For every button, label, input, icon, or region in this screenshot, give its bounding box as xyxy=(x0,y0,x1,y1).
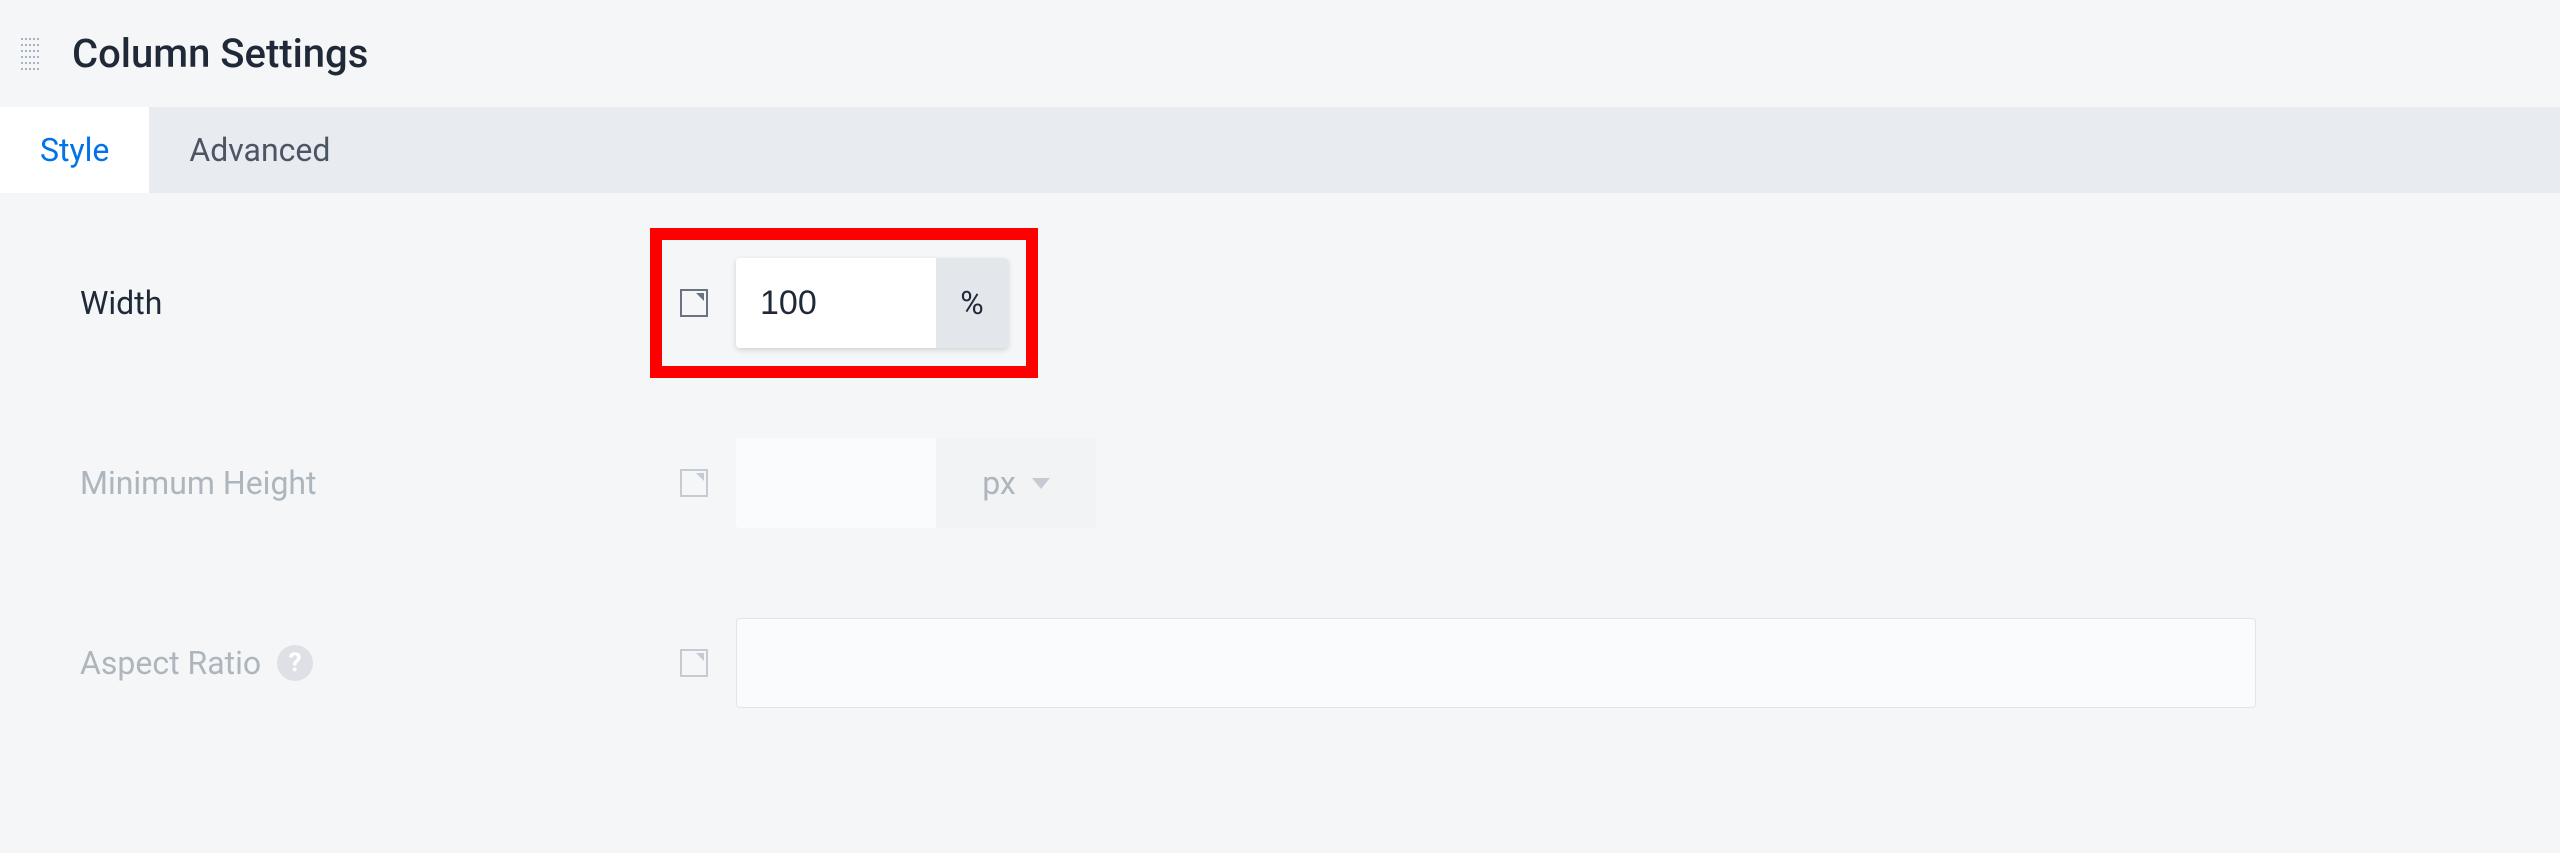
minimum-height-control: px xyxy=(680,438,1096,528)
tabs-bar: Style Advanced xyxy=(0,107,2560,193)
setting-minimum-height: Minimum Height px xyxy=(80,433,2480,533)
aspect-ratio-input[interactable] xyxy=(736,618,2256,708)
width-unit[interactable]: % xyxy=(936,258,1008,348)
panel-title: Column Settings xyxy=(48,30,368,77)
settings-content: Width % Minimum Height xyxy=(0,193,2560,853)
tab-style[interactable]: Style xyxy=(0,107,149,193)
unit-text: px xyxy=(982,464,1016,502)
tab-advanced[interactable]: Advanced xyxy=(149,107,370,193)
aspect-ratio-label-text: Aspect Ratio xyxy=(80,644,261,682)
width-input[interactable] xyxy=(736,258,936,348)
aspect-ratio-control xyxy=(680,618,2256,708)
minimum-height-input[interactable] xyxy=(736,438,936,528)
reset-icon xyxy=(680,469,708,497)
setting-width: Width % xyxy=(80,253,2480,353)
drag-handle-icon[interactable] xyxy=(0,38,48,70)
aspect-ratio-label: Aspect Ratio ? xyxy=(80,644,680,682)
width-label: Width xyxy=(80,284,680,322)
setting-aspect-ratio: Aspect Ratio ? xyxy=(80,613,2480,713)
panel-header: Column Settings xyxy=(0,0,2560,107)
chevron-down-icon xyxy=(1032,478,1050,489)
minimum-height-input-group: px xyxy=(736,438,1096,528)
settings-panel: Column Settings Style Advanced Width % M… xyxy=(0,0,2560,826)
reset-icon xyxy=(680,649,708,677)
reset-icon[interactable] xyxy=(680,289,708,317)
width-input-group: % xyxy=(736,258,1008,348)
minimum-height-label: Minimum Height xyxy=(80,464,680,502)
width-control: % xyxy=(680,258,1008,348)
minimum-height-unit-select[interactable]: px xyxy=(936,438,1096,528)
help-icon[interactable]: ? xyxy=(277,645,313,681)
